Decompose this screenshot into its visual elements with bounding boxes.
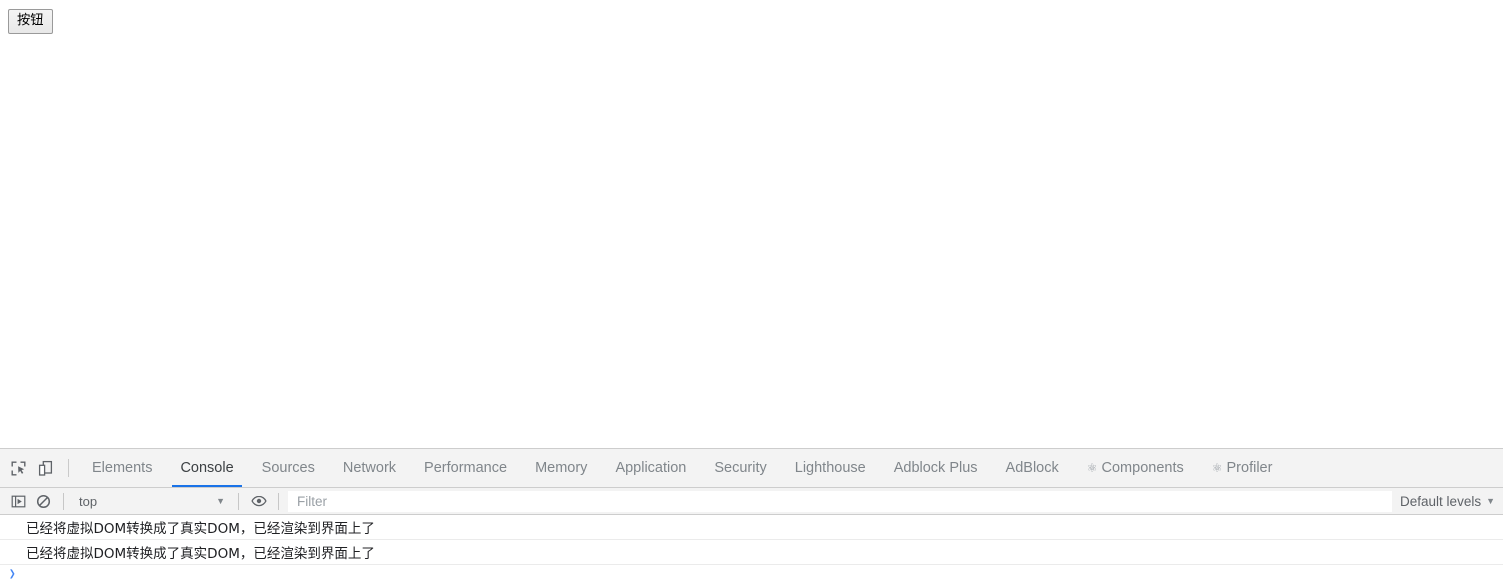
tab-application[interactable]: Application bbox=[601, 449, 700, 487]
tab-network[interactable]: Network bbox=[329, 449, 410, 487]
tab-adblock[interactable]: AdBlock bbox=[992, 449, 1073, 487]
tab-console[interactable]: Console bbox=[166, 449, 247, 487]
console-prompt[interactable]: ❯ bbox=[0, 565, 1503, 586]
web-page-viewport: 按钮 bbox=[0, 0, 1503, 448]
chevron-down-icon: ▼ bbox=[216, 495, 225, 506]
console-sidebar-toggle-icon[interactable] bbox=[6, 489, 31, 514]
toolbar-divider bbox=[63, 492, 64, 510]
console-filter-input[interactable] bbox=[288, 490, 1393, 512]
react-atom-icon: ⚛ bbox=[1086, 461, 1098, 475]
tab-label: AdBlock bbox=[1005, 460, 1059, 476]
prompt-chevron-icon: ❯ bbox=[9, 565, 16, 581]
tab-label: Performance bbox=[424, 460, 508, 476]
react-atom-icon: ⚛ bbox=[1211, 461, 1223, 475]
tab-label: Application bbox=[615, 460, 687, 476]
log-levels-label: Default levels bbox=[1400, 493, 1482, 509]
tab-sources[interactable]: Sources bbox=[248, 449, 329, 487]
console-message-row[interactable]: 已经将虚拟DOM转换成了真实DOM，已经渲染到界面上了 bbox=[0, 515, 1503, 540]
toolbar-divider bbox=[238, 492, 239, 510]
tab-label: Profiler bbox=[1226, 460, 1273, 476]
tab-label: Lighthouse bbox=[794, 460, 866, 476]
chevron-down-icon: ▼ bbox=[1486, 495, 1495, 506]
tab-label: Elements bbox=[92, 460, 153, 476]
tab-label: Sources bbox=[261, 460, 315, 476]
console-message-text: 已经将虚拟DOM转换成了真实DOM，已经渲染到界面上了 bbox=[26, 521, 375, 537]
tab-label: Adblock Plus bbox=[893, 460, 978, 476]
tab-lighthouse[interactable]: Lighthouse bbox=[781, 449, 880, 487]
tab-adblock-plus[interactable]: Adblock Plus bbox=[880, 449, 992, 487]
devtools-tabbar: Elements Console Sources Network Perform… bbox=[0, 449, 1503, 488]
tab-elements[interactable]: Elements bbox=[78, 449, 166, 487]
execution-context-value: top bbox=[79, 493, 98, 509]
console-toolbar: top ▼ Default levels ▼ bbox=[0, 488, 1503, 515]
tab-security[interactable]: Security bbox=[700, 449, 780, 487]
tab-performance[interactable]: Performance bbox=[410, 449, 521, 487]
tab-label: Console bbox=[180, 460, 234, 476]
eye-icon[interactable] bbox=[246, 489, 271, 514]
tab-label: Components bbox=[1101, 460, 1184, 476]
tab-components[interactable]: ⚛ Components bbox=[1073, 449, 1198, 487]
tab-profiler[interactable]: ⚛ Profiler bbox=[1198, 449, 1287, 487]
console-message-list: 已经将虚拟DOM转换成了真实DOM，已经渲染到界面上了 已经将虚拟DOM转换成了… bbox=[0, 515, 1503, 586]
console-message-row[interactable]: 已经将虚拟DOM转换成了真实DOM，已经渲染到界面上了 bbox=[0, 540, 1503, 565]
log-levels-selector[interactable]: Default levels ▼ bbox=[1392, 491, 1503, 512]
console-message-text: 已经将虚拟DOM转换成了真实DOM，已经渲染到界面上了 bbox=[26, 546, 375, 562]
tab-label: Memory bbox=[535, 460, 588, 476]
execution-context-selector[interactable]: top ▼ bbox=[71, 491, 231, 512]
devtools-panel: Elements Console Sources Network Perform… bbox=[0, 448, 1503, 586]
device-toolbar-icon[interactable] bbox=[32, 454, 60, 482]
tab-memory[interactable]: Memory bbox=[521, 449, 601, 487]
tab-label: Network bbox=[342, 460, 397, 476]
toolbar-divider bbox=[278, 492, 279, 510]
page-action-button[interactable]: 按钮 bbox=[8, 9, 53, 34]
tab-label: Security bbox=[714, 460, 767, 476]
inspect-element-icon[interactable] bbox=[4, 454, 32, 482]
tabbar-divider bbox=[68, 459, 69, 477]
clear-console-icon[interactable] bbox=[31, 489, 56, 514]
